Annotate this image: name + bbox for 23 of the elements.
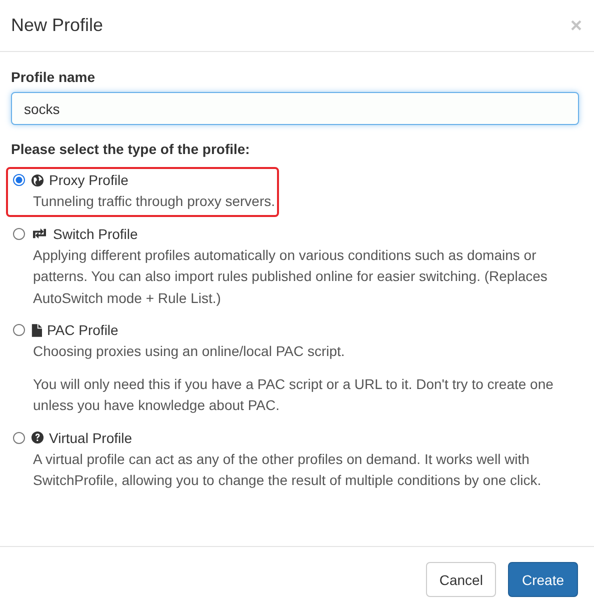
profile-name-field[interactable]: socks [11,92,579,125]
option-title[interactable]: PAC Profile [47,322,118,338]
radio-button[interactable] [13,324,25,336]
option-description: You will only need this if you have a PAC script or a URL to it. Don't try to create one unless you have knowledge about PAC. [33,374,554,415]
dialog-title: New Profile [11,15,104,36]
option-description: Applying different profiles automatically on various conditions such as domains or patterns. You can also import rules published online for easier switching. (Replaces AutoSwitch mode + Rule List.) [33,246,548,308]
option-description: A virtual profile can act as any of the other profiles on demand. It works well with SwitchProfile, allowing you to change the result of multiple conditions by one click. [33,450,542,490]
radio-button[interactable] [13,228,25,240]
create-button[interactable]: Create [508,562,578,597]
question-icon [31,431,44,444]
radio-button[interactable] [13,432,25,444]
radio-button[interactable] [13,174,25,186]
cancel-button[interactable]: Cancel [426,562,496,597]
globe-icon [31,174,44,186]
field-label: Profile name [11,69,96,85]
option-title[interactable]: Virtual Profile [49,430,132,446]
section-label: Please select the type of the profile: [11,141,251,157]
file-icon [31,324,42,336]
option-title[interactable]: Proxy Profile [49,172,128,188]
option-description: Choosing proxies using an online/local PAC script. [33,342,346,361]
switch-arrows-icon [31,227,48,240]
option-title[interactable]: Switch Profile [53,226,138,242]
option-description: Tunneling traffic through proxy servers. [33,192,276,211]
